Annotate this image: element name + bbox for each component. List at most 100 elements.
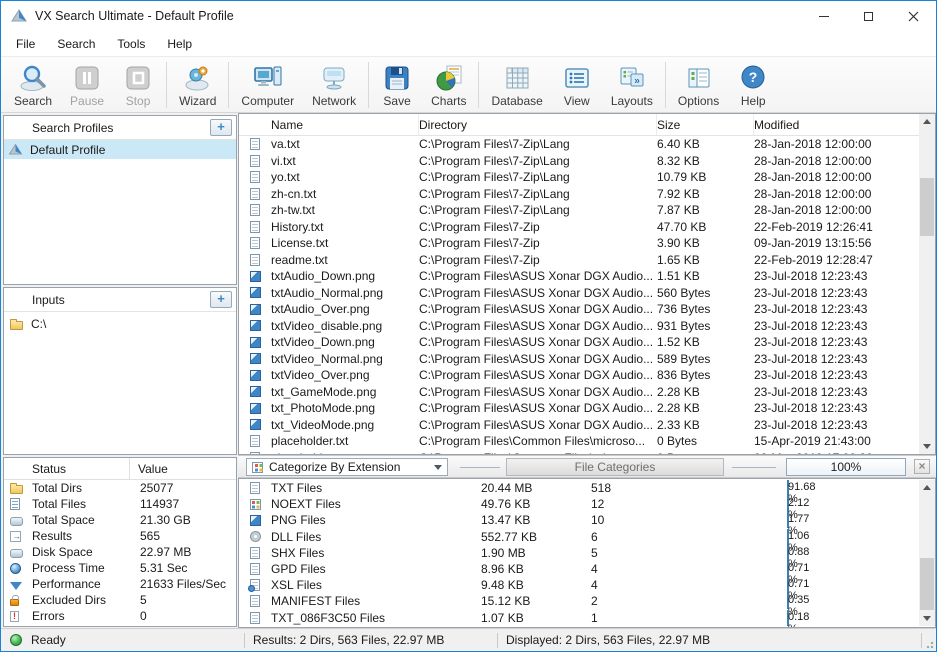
status-label: Errors [32,609,132,623]
category-name: NOEXT Files [271,497,481,511]
table-row[interactable]: yo.txt C:\Program Files\7-Zip\Lang 10.79… [239,169,919,186]
menu-file[interactable]: File [5,33,46,55]
category-name: DLL Files [271,530,481,544]
category-list-scrollbar[interactable] [919,480,935,626]
category-row[interactable]: TXT Files 20.44 MB 518 91.68 % [239,480,919,496]
table-row[interactable]: History.txt C:\Program Files\7-Zip 47.70… [239,219,919,236]
category-row[interactable]: GPD Files 8.96 KB 4 0.71 % [239,561,919,577]
table-row[interactable]: txtVideo_Down.png C:\Program Files\ASUS … [239,334,919,351]
maximize-button[interactable] [846,1,891,31]
file-name: placeholder.txt [271,451,419,454]
column-header-directory[interactable]: Directory [419,114,657,135]
file-name: txt_PhotoMode.png [271,401,419,415]
categorize-mode-select[interactable]: Categorize By Extension [246,458,448,476]
toolbar-save-button[interactable]: Save [372,59,422,111]
scroll-down-icon[interactable] [919,438,935,454]
toolbar-help-button[interactable]: ? Help [728,59,778,111]
status-row: Process Time 5.31 Sec [4,560,236,576]
column-header-size[interactable]: Size [657,114,754,135]
table-row[interactable]: txtAudio_Over.png C:\Program Files\ASUS … [239,301,919,318]
input-item[interactable]: C:\ [4,314,236,333]
category-count: 1 [591,611,787,625]
category-count: 12 [591,497,787,511]
file-name: txtVideo_Normal.png [271,352,419,366]
txt-icon [250,435,260,447]
file-directory: C:\Program Files\Common Files\microso... [419,451,657,454]
menu-help[interactable]: Help [156,33,203,55]
category-row[interactable]: SHX Files 1.90 MB 5 0.88 % [239,545,919,561]
menu-search[interactable]: Search [46,33,106,55]
status-label: Total Space [32,513,132,527]
file-size: 2.28 KB [657,401,754,415]
toolbar-computer-button[interactable]: Computer [232,59,303,111]
scroll-up-icon[interactable] [919,480,935,496]
file-name: History.txt [271,220,419,234]
column-header-name[interactable]: Name [271,114,419,135]
file-categories-button[interactable]: File Categories [506,458,724,476]
table-row[interactable]: License.txt C:\Program Files\7-Zip 3.90 … [239,235,919,252]
table-row[interactable]: placeholder.txt C:\Program Files\Common … [239,450,919,455]
add-input-button[interactable]: + [210,291,232,308]
resize-grip[interactable] [926,641,934,649]
close-icon [908,11,919,22]
toolbar-charts-button[interactable]: Charts [422,59,475,111]
table-row[interactable]: zh-cn.txt C:\Program Files\7-Zip\Lang 7.… [239,186,919,203]
toolbar-view-button[interactable]: View [552,59,602,111]
file-name: yo.txt [271,170,419,184]
table-row[interactable]: txtVideo_Over.png C:\Program Files\ASUS … [239,367,919,384]
file-modified: 28-Jan-2018 12:00:00 [754,137,919,151]
table-row[interactable]: txtVideo_disable.png C:\Program Files\AS… [239,318,919,335]
file-modified: 23-Jul-2018 12:23:43 [754,352,919,366]
error-icon [10,611,19,622]
scrollbar-thumb[interactable] [920,178,934,236]
table-row[interactable]: txt_VideoMode.png C:\Program Files\ASUS … [239,417,919,434]
toolbar-wizard-button[interactable]: Wizard [170,59,225,111]
table-row[interactable]: readme.txt C:\Program Files\7-Zip 1.65 K… [239,252,919,269]
category-row[interactable]: DLL Files 552.77 KB 6 1.06 % [239,529,919,545]
file-list-scrollbar[interactable] [919,114,935,454]
scrollbar-thumb[interactable] [920,558,934,610]
category-row[interactable]: TXT_086F3C50 Files 1.07 KB 1 0.18 % [239,610,919,626]
toolbar-options-button[interactable]: Options [669,59,728,111]
toolbar-database-button[interactable]: Database [482,59,551,111]
table-row[interactable]: txtAudio_Normal.png C:\Program Files\ASU… [239,285,919,302]
table-row[interactable]: va.txt C:\Program Files\7-Zip\Lang 6.40 … [239,136,919,153]
table-row[interactable]: vi.txt C:\Program Files\7-Zip\Lang 8.32 … [239,153,919,170]
minimize-button[interactable] [801,1,846,31]
category-size: 13.47 KB [481,513,591,527]
scroll-up-icon[interactable] [919,114,935,130]
column-header-modified[interactable]: Modified [754,114,919,135]
profile-item-default[interactable]: Default Profile [4,140,236,159]
toolbar-layouts-button[interactable]: » Layouts [602,59,662,111]
file-directory: C:\Program Files\ASUS Xonar DGX Audio... [419,269,657,283]
content-area: Search Profiles + Default Profile Inputs… [1,113,936,628]
table-row[interactable]: txtVideo_Normal.png C:\Program Files\ASU… [239,351,919,368]
doc-icon [250,612,260,624]
separator-line [460,467,500,468]
title-bar[interactable]: VX Search Ultimate - Default Profile [1,1,936,31]
category-row[interactable]: MANIFEST Files 15.12 KB 2 0.35 % [239,593,919,609]
file-modified: 22-Feb-2019 12:28:47 [754,253,919,267]
close-category-panel-button[interactable]: × [914,459,930,474]
file-size: 7.87 KB [657,203,754,217]
category-row[interactable]: NOEXT Files 49.76 KB 12 2.12 % [239,496,919,512]
table-row[interactable]: txtAudio_Down.png C:\Program Files\ASUS … [239,268,919,285]
table-row[interactable]: txt_PhotoMode.png C:\Program Files\ASUS … [239,400,919,417]
category-row[interactable]: XSL Files 9.48 KB 4 0.71 % [239,577,919,593]
toolbar-search-button[interactable]: Search [5,59,61,111]
svg-text:?: ? [749,69,758,85]
table-row[interactable]: placeholder.txt C:\Program Files\Common … [239,433,919,450]
status-value: 0 [132,609,236,623]
doc-icon [250,482,260,494]
scroll-down-icon[interactable] [919,610,935,626]
menu-tools[interactable]: Tools [106,33,156,55]
table-row[interactable]: txt_GameMode.png C:\Program Files\ASUS X… [239,384,919,401]
folder-icon [10,321,23,330]
toolbar-network-button[interactable]: Network [303,59,365,111]
zoom-level-button[interactable]: 100% [786,458,906,476]
category-row[interactable]: PNG Files 13.47 KB 10 1.77 % [239,512,919,528]
file-name: txtVideo_disable.png [271,319,419,333]
close-button[interactable] [891,1,936,31]
table-row[interactable]: zh-tw.txt C:\Program Files\7-Zip\Lang 7.… [239,202,919,219]
add-profile-button[interactable]: + [210,119,232,136]
